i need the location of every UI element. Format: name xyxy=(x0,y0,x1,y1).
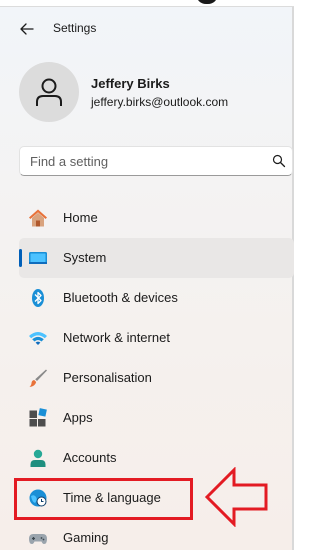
nav-item-bluetooth-devices[interactable]: Bluetooth & devices xyxy=(19,278,294,318)
nav-item-home[interactable]: Home xyxy=(19,198,294,238)
nav-item-system[interactable]: System xyxy=(19,238,294,278)
nav-item-label: Bluetooth & devices xyxy=(63,290,178,305)
home-icon xyxy=(29,209,47,227)
nav-item-label: Personalisation xyxy=(63,370,152,385)
nav-item-label: Network & internet xyxy=(63,330,170,345)
annotation-arrow-icon xyxy=(204,467,268,527)
wifi-icon xyxy=(29,332,47,345)
nav-item-label: Apps xyxy=(63,410,93,425)
nav-item-network-internet[interactable]: Network & internet xyxy=(19,318,294,358)
annotation-highlight-box xyxy=(14,478,193,520)
avatar[interactable] xyxy=(19,62,79,122)
search-icon[interactable] xyxy=(272,154,286,168)
account-profile[interactable]: Jeffery Birks jeffery.birks@outlook.com xyxy=(19,62,279,122)
background-window-fragment xyxy=(196,0,218,4)
nav-item-label: System xyxy=(63,250,107,265)
title-bar: Settings xyxy=(0,14,294,44)
back-button[interactable] xyxy=(14,18,40,40)
nav-item-label: Gaming xyxy=(63,530,109,545)
back-arrow-icon xyxy=(20,23,34,35)
search-box[interactable] xyxy=(19,146,293,176)
bluetooth-icon xyxy=(32,289,44,307)
app-title: Settings xyxy=(53,21,97,35)
person-icon xyxy=(36,78,62,106)
user-email: jeffery.birks@outlook.com xyxy=(91,95,229,109)
accounts-icon xyxy=(30,449,46,467)
nav-item-personalisation[interactable]: Personalisation xyxy=(19,358,294,398)
search-input[interactable] xyxy=(30,147,260,175)
selection-indicator xyxy=(19,249,22,267)
nav-item-label: Home xyxy=(63,210,98,225)
apps-icon xyxy=(29,408,47,427)
nav-item-label: Accounts xyxy=(63,450,117,465)
user-name: Jeffery Birks xyxy=(91,76,170,91)
background-window-strip xyxy=(0,0,294,7)
brush-icon xyxy=(29,369,47,387)
system-icon xyxy=(29,252,47,264)
nav-item-apps[interactable]: Apps xyxy=(19,398,294,438)
gamepad-icon xyxy=(29,534,47,544)
